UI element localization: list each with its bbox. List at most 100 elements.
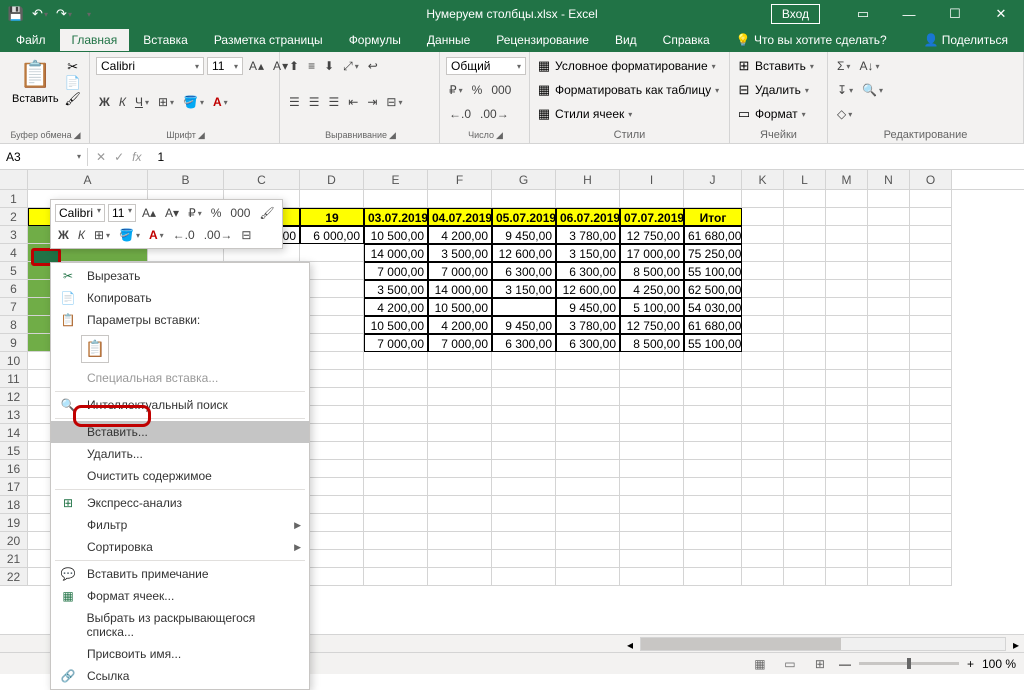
cell[interactable] (784, 280, 826, 298)
cell[interactable] (742, 352, 784, 370)
font-name-select[interactable]: Calibri▾ (96, 57, 204, 75)
find-select-button[interactable]: 🔍▾ (859, 81, 886, 99)
page-layout-view-icon[interactable]: ▭ (779, 655, 801, 673)
cell[interactable] (492, 442, 556, 460)
cell[interactable] (868, 298, 910, 316)
row-header[interactable]: 17 (0, 478, 28, 496)
cell[interactable] (784, 406, 826, 424)
cell[interactable] (868, 190, 910, 208)
cell[interactable] (364, 460, 428, 478)
cell[interactable] (868, 496, 910, 514)
cell[interactable] (742, 226, 784, 244)
cell[interactable] (868, 514, 910, 532)
format-painter-icon[interactable]: 🖌 (65, 91, 81, 107)
cm-cut[interactable]: ✂Вырезать (51, 265, 309, 287)
cell[interactable]: 10 500,00 (364, 226, 428, 244)
cm-filter[interactable]: Фильтр▶ (51, 514, 309, 536)
cell[interactable]: 10 500,00 (428, 298, 492, 316)
cell[interactable] (364, 442, 428, 460)
maximize-button[interactable]: ☐ (932, 0, 978, 28)
cell-styles-button[interactable]: ▦Стили ячеек▾ (536, 103, 723, 125)
number-format-select[interactable]: Общий▾ (446, 57, 526, 75)
delete-cells-button[interactable]: ⊟Удалить▾ (736, 79, 821, 101)
cell[interactable] (742, 568, 784, 586)
cell[interactable]: 54 030,00 (684, 298, 742, 316)
row-header[interactable]: 5 (0, 262, 28, 280)
cell[interactable] (492, 370, 556, 388)
cell[interactable] (910, 262, 952, 280)
cm-format-cells[interactable]: ▦Формат ячеек... (51, 585, 309, 607)
cell[interactable] (492, 550, 556, 568)
font-color-button[interactable]: А▾ (210, 93, 231, 111)
cell[interactable] (742, 460, 784, 478)
cell[interactable] (364, 388, 428, 406)
cell[interactable] (492, 424, 556, 442)
cell[interactable] (826, 298, 868, 316)
normal-view-icon[interactable]: ▦ (749, 655, 771, 673)
cell[interactable]: Итог (684, 208, 742, 226)
cell[interactable] (784, 316, 826, 334)
cell[interactable] (742, 550, 784, 568)
cell[interactable] (784, 334, 826, 352)
cell[interactable] (364, 550, 428, 568)
cell[interactable] (784, 550, 826, 568)
cell[interactable] (428, 478, 492, 496)
row-header[interactable]: 22 (0, 568, 28, 586)
row-header[interactable]: 6 (0, 280, 28, 298)
row-header[interactable]: 3 (0, 226, 28, 244)
cell[interactable] (492, 406, 556, 424)
cut-icon[interactable]: ✂ (65, 59, 81, 75)
cell[interactable] (910, 388, 952, 406)
cell[interactable]: 4 250,00 (620, 280, 684, 298)
cell[interactable] (784, 226, 826, 244)
cell[interactable]: 04.07.2019 (428, 208, 492, 226)
cell[interactable] (826, 496, 868, 514)
minimize-button[interactable]: — (886, 0, 932, 28)
cell[interactable]: 5 100,00 (620, 298, 684, 316)
cell[interactable] (868, 352, 910, 370)
cell[interactable]: 14 000,00 (428, 280, 492, 298)
decrease-decimal-icon[interactable]: .00→ (477, 105, 512, 123)
cell[interactable] (910, 460, 952, 478)
autosum-button[interactable]: Σ▾ (834, 57, 853, 75)
col-header[interactable]: F (428, 170, 492, 189)
cell[interactable] (784, 388, 826, 406)
cell[interactable] (620, 478, 684, 496)
cell[interactable] (910, 334, 952, 352)
cell[interactable] (684, 532, 742, 550)
cell[interactable] (364, 190, 428, 208)
col-header[interactable]: I (620, 170, 684, 189)
row-header[interactable]: 7 (0, 298, 28, 316)
cell[interactable] (742, 442, 784, 460)
cell[interactable]: 6 300,00 (556, 262, 620, 280)
cell[interactable] (684, 568, 742, 586)
cell[interactable] (826, 226, 868, 244)
cm-smart-lookup[interactable]: 🔍Интеллектуальный поиск (51, 394, 309, 416)
paste-button[interactable]: 📋 Вставить (6, 55, 65, 111)
cell[interactable] (910, 568, 952, 586)
cell[interactable] (868, 478, 910, 496)
row-header[interactable]: 1 (0, 190, 28, 208)
zoom-in-button[interactable]: + (967, 657, 974, 671)
cell[interactable]: 7 000,00 (364, 262, 428, 280)
cell[interactable] (684, 388, 742, 406)
cm-copy[interactable]: 📄Копировать (51, 287, 309, 309)
cell[interactable] (428, 568, 492, 586)
cell[interactable] (492, 514, 556, 532)
cell[interactable] (742, 406, 784, 424)
zoom-slider[interactable] (859, 662, 959, 665)
row-header[interactable]: 8 (0, 316, 28, 334)
row-header[interactable]: 13 (0, 406, 28, 424)
insert-cells-button[interactable]: ⊞Вставить▾ (736, 55, 821, 77)
col-header[interactable]: B (148, 170, 224, 189)
cell[interactable] (742, 298, 784, 316)
cell[interactable]: 14 000,00 (364, 244, 428, 262)
cell[interactable]: 12 600,00 (556, 280, 620, 298)
cell[interactable] (742, 334, 784, 352)
font-size-select[interactable]: 11▾ (207, 57, 243, 75)
increase-font-icon[interactable]: A▴ (246, 57, 267, 75)
cell[interactable] (620, 352, 684, 370)
cell[interactable] (556, 190, 620, 208)
cell[interactable] (364, 370, 428, 388)
clear-button[interactable]: ◇▾ (834, 105, 855, 123)
